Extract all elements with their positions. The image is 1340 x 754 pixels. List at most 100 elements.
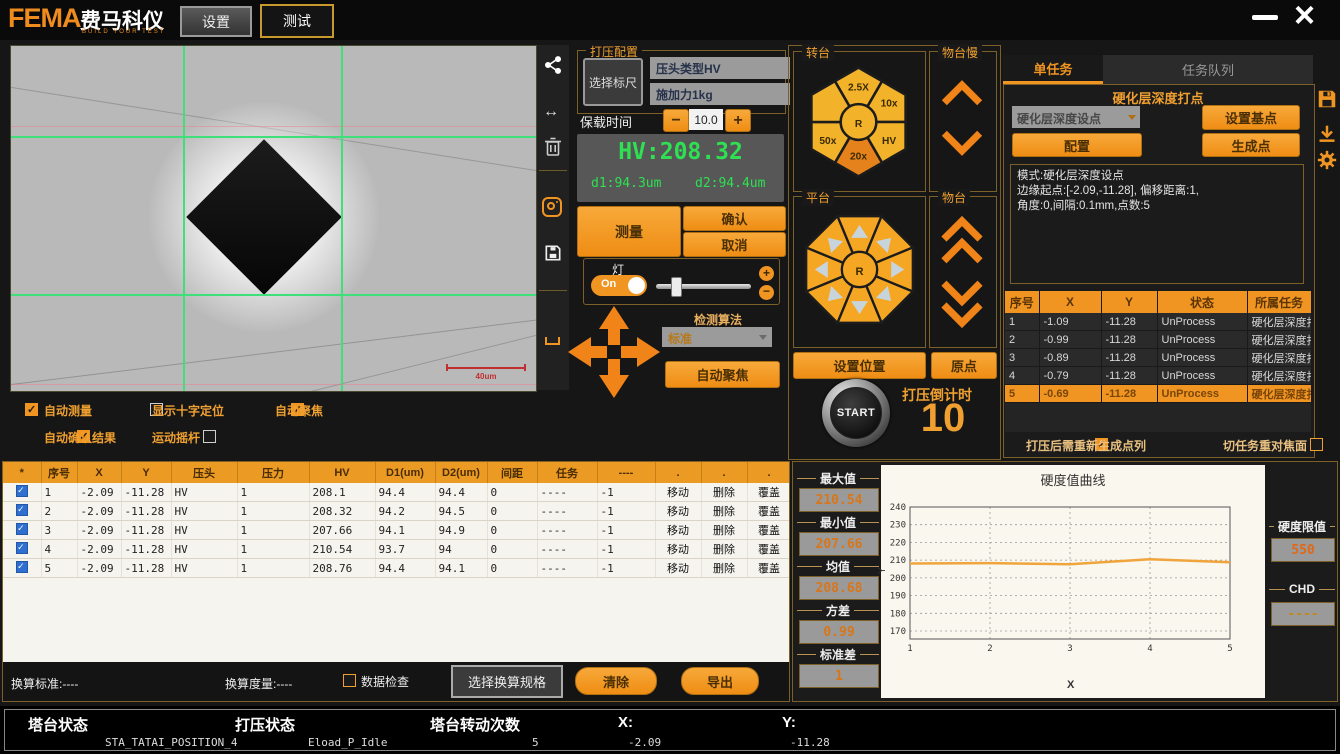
- data-check-checkbox[interactable]: [343, 674, 356, 687]
- hold-time-value[interactable]: 10.0: [689, 109, 723, 130]
- result-row[interactable]: 4-2.09-11.28HV1210.5493.7940-----1移动删除覆盖: [3, 540, 789, 559]
- delete-action[interactable]: 删除: [701, 502, 747, 521]
- select-ruler-button[interactable]: 选择标尺: [583, 58, 643, 106]
- light-toggle[interactable]: On: [591, 275, 647, 296]
- brightness-plus-button[interactable]: +: [759, 266, 774, 281]
- results-header-cell: .: [655, 462, 701, 483]
- result-row-checkbox[interactable]: [16, 561, 28, 573]
- set-base-button[interactable]: 设置基点: [1202, 105, 1300, 130]
- hold-time-plus-button[interactable]: +: [725, 109, 751, 132]
- overwrite-action[interactable]: 覆盖: [747, 483, 789, 502]
- result-cell: 207.66: [309, 521, 375, 540]
- minimize-button[interactable]: [1252, 15, 1278, 20]
- task-row[interactable]: 4-0.79-11.28UnProcess硬化层深度打点: [1005, 367, 1311, 385]
- task-cell: -0.99: [1039, 331, 1101, 349]
- trash-icon[interactable]: [544, 137, 562, 157]
- camera-icon[interactable]: [542, 197, 562, 217]
- start-button[interactable]: START: [822, 379, 890, 447]
- brightness-minus-button[interactable]: −: [759, 285, 774, 300]
- delete-action[interactable]: 删除: [701, 559, 747, 578]
- applied-force-field: 施加力1kg: [650, 83, 790, 105]
- clear-button[interactable]: 清除: [575, 667, 657, 695]
- save-image-icon[interactable]: [543, 243, 563, 263]
- move-action[interactable]: 移动: [655, 559, 701, 578]
- result-row[interactable]: 3-2.09-11.28HV1207.6694.194.90-----1移动删除…: [3, 521, 789, 540]
- generate-points-button[interactable]: 生成点: [1202, 133, 1300, 157]
- scale-label: 40um: [446, 372, 526, 381]
- stage-slow-up-button[interactable]: [938, 78, 986, 108]
- task-row[interactable]: 5-0.69-11.28UnProcess硬化层深度打点: [1005, 385, 1311, 403]
- refocus-checkbox[interactable]: [1310, 438, 1323, 451]
- result-cell: ----: [537, 502, 597, 521]
- overwrite-action[interactable]: 覆盖: [747, 540, 789, 559]
- y-coordinate-label: Y:: [782, 714, 796, 731]
- close-button[interactable]: ×: [1294, 0, 1315, 36]
- minimize-view-icon[interactable]: [545, 337, 560, 345]
- delete-action[interactable]: 删除: [701, 540, 747, 559]
- delete-action[interactable]: 删除: [701, 521, 747, 540]
- download-icon[interactable]: [1317, 124, 1337, 144]
- move-action[interactable]: 移动: [655, 521, 701, 540]
- share-icon[interactable]: [543, 55, 563, 75]
- move-up-arrow: [599, 306, 629, 345]
- tab-task-queue[interactable]: 任务队列: [1103, 55, 1313, 84]
- task-cell: -11.28: [1101, 367, 1157, 385]
- cancel-button[interactable]: 取消: [683, 232, 786, 257]
- stage-slow-down-button[interactable]: [938, 128, 986, 158]
- tab-test[interactable]: 测试: [260, 4, 334, 38]
- delete-action[interactable]: 删除: [701, 483, 747, 502]
- move-action[interactable]: 移动: [655, 502, 701, 521]
- move-action[interactable]: 移动: [655, 540, 701, 559]
- task-row[interactable]: 2-0.99-11.28UnProcess硬化层深度打点: [1005, 331, 1311, 349]
- stage-fast-up-button[interactable]: [938, 212, 986, 268]
- auto-measure-label: 自动测量: [44, 402, 92, 419]
- configure-button[interactable]: 配置: [1012, 133, 1142, 157]
- task-info-line3: 角度:0,间隔:0.1mm,点数:5: [1017, 199, 1297, 214]
- result-row[interactable]: 2-2.09-11.28HV1208.3294.294.50-----1移动删除…: [3, 502, 789, 521]
- result-cell: -11.28: [121, 483, 171, 502]
- measure-button[interactable]: 测量: [577, 206, 681, 257]
- task-row[interactable]: 3-0.89-11.28UnProcess硬化层深度打点: [1005, 349, 1311, 367]
- d2-reading: d2:94.4um: [695, 176, 765, 191]
- result-cell: HV: [171, 483, 237, 502]
- hold-time-minus-button[interactable]: −: [663, 109, 689, 132]
- result-row-checkbox[interactable]: [16, 542, 28, 554]
- save-task-icon[interactable]: [1316, 88, 1338, 110]
- origin-button[interactable]: 原点: [931, 352, 997, 379]
- result-row[interactable]: 1-2.09-11.28HV1208.194.494.40-----1移动删除覆…: [3, 483, 789, 502]
- brightness-slider-knob[interactable]: [671, 277, 682, 297]
- result-cell: -1: [597, 521, 655, 540]
- select-spec-button[interactable]: 选择换算规格: [451, 665, 563, 698]
- tab-settings[interactable]: 设置: [180, 6, 252, 37]
- move-action[interactable]: 移动: [655, 483, 701, 502]
- joystick-checkbox[interactable]: [203, 430, 216, 443]
- result-row[interactable]: 5-2.09-11.28HV1208.7694.494.10-----1移动删除…: [3, 559, 789, 578]
- stage-fast-down-button[interactable]: [938, 276, 986, 332]
- result-cell: 0: [487, 559, 537, 578]
- algo-dropdown[interactable]: 标准: [662, 327, 772, 347]
- export-button[interactable]: 导出: [681, 667, 759, 695]
- auto-measure-checkbox[interactable]: [25, 403, 38, 416]
- overwrite-action[interactable]: 覆盖: [747, 502, 789, 521]
- overwrite-action[interactable]: 覆盖: [747, 521, 789, 540]
- gear-icon[interactable]: [1317, 150, 1337, 170]
- light-toggle-label: On: [601, 278, 616, 290]
- task-row[interactable]: 1-1.09-11.28UnProcess硬化层深度打点: [1005, 313, 1311, 331]
- results-header-cell: 任务: [537, 462, 597, 483]
- overwrite-action[interactable]: 覆盖: [747, 559, 789, 578]
- joystick-label: 运动摇杆: [152, 429, 200, 446]
- confirm-button[interactable]: 确认: [683, 206, 786, 231]
- result-row-checkbox[interactable]: [16, 504, 28, 516]
- tab-single-task[interactable]: 单任务: [1003, 55, 1103, 84]
- set-position-button[interactable]: 设置位置: [793, 352, 926, 379]
- result-row-checkbox[interactable]: [16, 485, 28, 497]
- result-row-checkbox[interactable]: [16, 523, 28, 535]
- task-mode-dropdown[interactable]: 硬化层深度设点: [1012, 106, 1140, 128]
- autofocus-button[interactable]: 自动聚焦: [665, 361, 780, 388]
- results-header-cell: *: [3, 462, 41, 483]
- result-cell: 208.1: [309, 483, 375, 502]
- stage-direction-pad[interactable]: [566, 304, 662, 400]
- result-cell: 94: [435, 540, 487, 559]
- measure-width-icon[interactable]: ↔: [543, 103, 559, 121]
- crosshair-vertical-1: [183, 46, 185, 391]
